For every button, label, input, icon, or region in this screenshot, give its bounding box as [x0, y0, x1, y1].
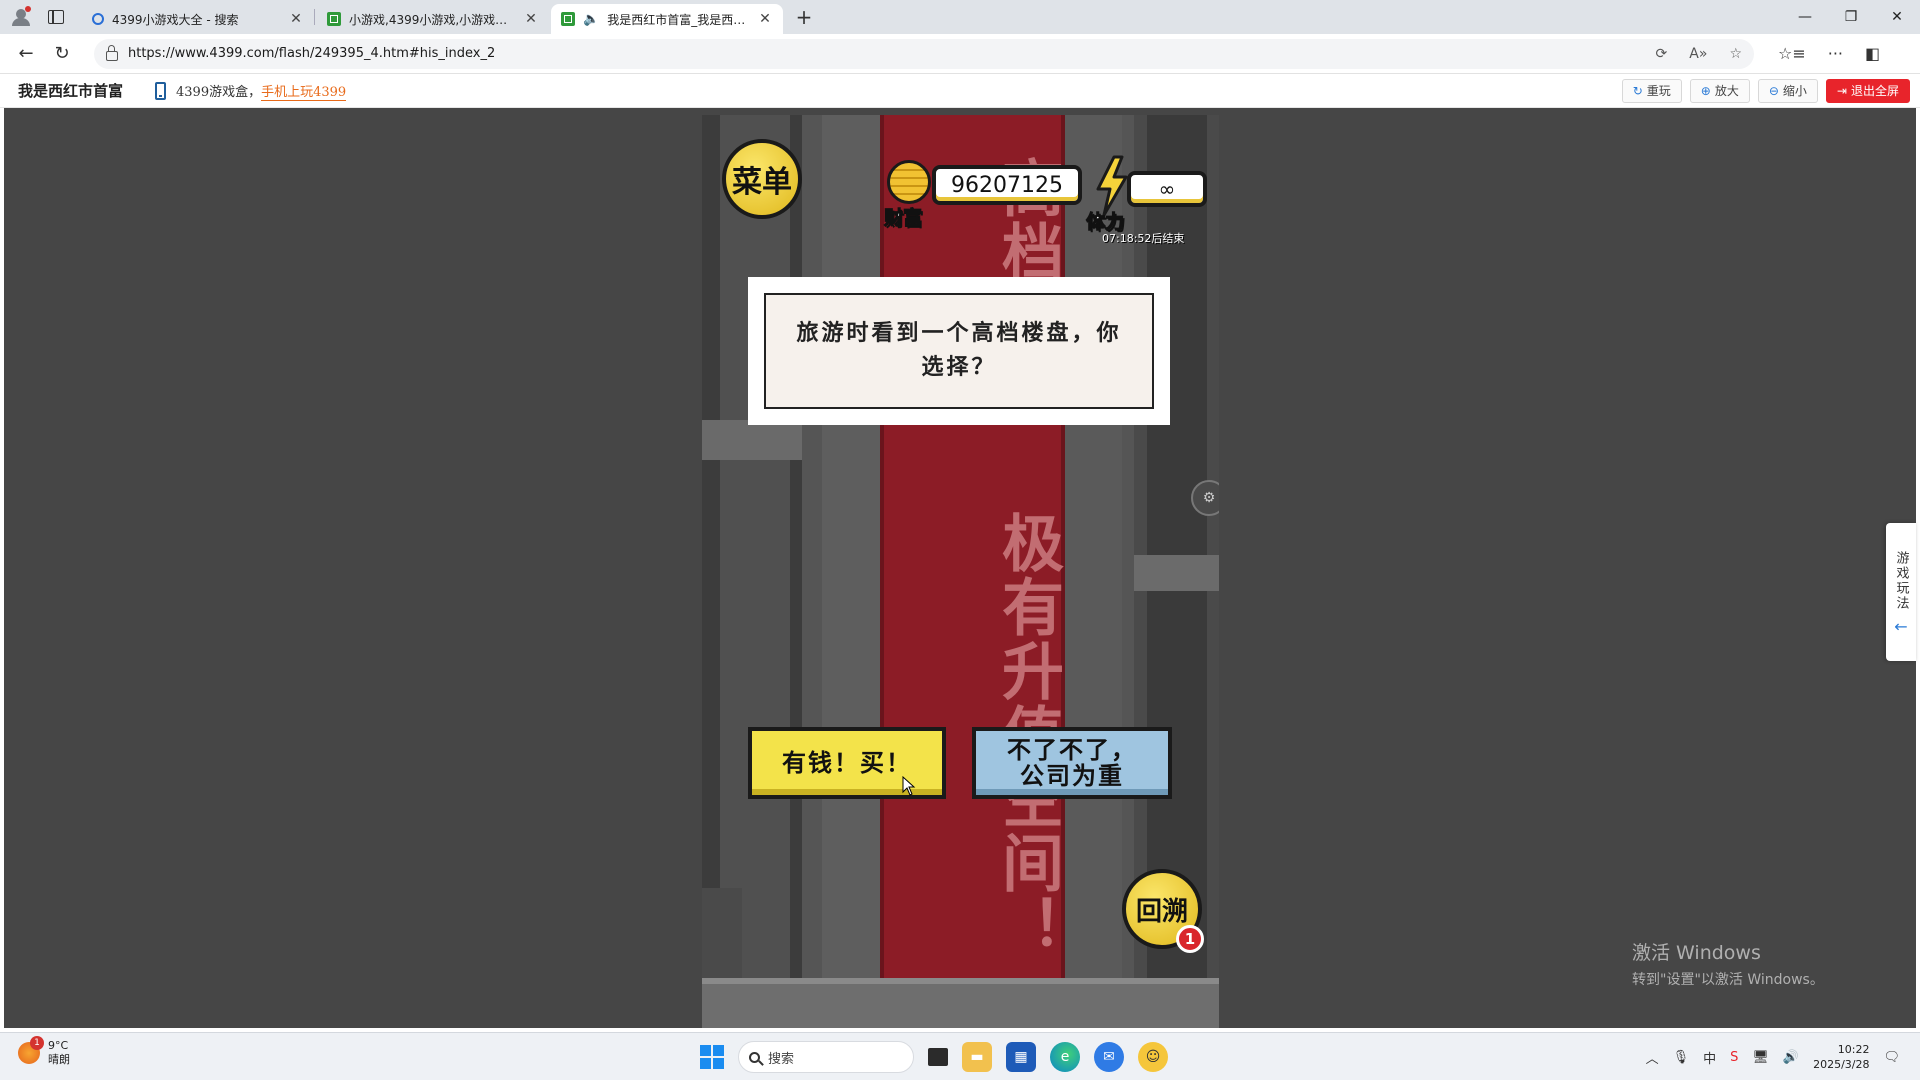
close-window-icon[interactable]: ✕ — [1874, 0, 1920, 34]
zoom-out-button[interactable]: ⊖ 缩小 — [1757, 78, 1818, 103]
weather-temp: 9°C — [48, 1039, 69, 1052]
promo-banner[interactable]: 4399游戏盒，手机上玩4399 — [176, 81, 347, 101]
mouse-cursor-icon — [902, 776, 916, 796]
speaker-icon[interactable]: 🔈 — [583, 12, 599, 27]
game-title: 我是西红市首富 — [18, 82, 124, 100]
url-field[interactable]: https://www.4399.com/flash/249395_4.htm#… — [94, 38, 1754, 69]
close-tab-icon[interactable]: ✕ — [757, 11, 773, 27]
notification-icon[interactable]: 🗨 — [1883, 1050, 1900, 1065]
address-bar: ← ↻ https://www.4399.com/flash/249395_4.… — [0, 34, 1920, 74]
microphone-icon[interactable]: 🎙 — [1673, 1050, 1690, 1065]
wealth-value: 96207125 — [932, 165, 1082, 205]
task-view-icon[interactable] — [928, 1048, 948, 1066]
taskbar-search[interactable]: 搜索 — [738, 1041, 914, 1073]
file-explorer-icon[interactable]: ▬ — [962, 1042, 992, 1072]
energy-timer: 07:18:52后结束 — [1102, 232, 1185, 245]
zoom-in-icon: ⊕ — [1700, 83, 1711, 98]
edge-browser-icon[interactable]: e — [1050, 1042, 1080, 1072]
event-question-text: 旅游时看到一个高档楼盘，你选择？ — [764, 293, 1154, 409]
weather-sun-icon: 1 — [18, 1036, 44, 1064]
restore-icon[interactable]: ❐ — [1828, 0, 1874, 34]
windows-taskbar: 1 9°C 晴朗 搜索 ▬ ▦ e ✉ ☺ ︿ 🎙 中 S 🖥 🔊 10:22 … — [0, 1032, 1920, 1080]
choice-buy-button[interactable]: 有钱！买！ — [748, 727, 946, 799]
search-favicon-icon — [92, 13, 104, 25]
4399-favicon-icon — [327, 12, 341, 26]
search-icon — [749, 1051, 760, 1063]
4399-app-icon[interactable]: ☺ — [1138, 1042, 1168, 1072]
lock-icon[interactable] — [106, 44, 118, 61]
menu-button[interactable]: 菜单 — [722, 139, 802, 219]
back-icon[interactable]: ← — [8, 38, 44, 70]
coin-stack-icon — [887, 160, 931, 204]
exit-icon: ⇥ — [1836, 83, 1847, 98]
game-page-header: 我是西红市首富 4399游戏盒，手机上玩4399 ↻ 重玩 ⊕ 放大 ⊖ 缩小 ⇥ 退出… — [0, 74, 1920, 108]
exit-fullscreen-button[interactable]: ⇥ 退出全屏 — [1825, 78, 1910, 103]
weather-badge: 1 — [30, 1036, 44, 1050]
favorites-icon[interactable]: ☆≡ — [1778, 44, 1806, 63]
side-gear-icon[interactable]: ⚙ — [1191, 480, 1219, 516]
tab-game-active[interactable]: 🔈 我是西红市首富_我是西红市 ✕ — [551, 4, 783, 34]
system-clock[interactable]: 10:22 2025/3/28 — [1813, 1042, 1869, 1072]
messenger-icon[interactable]: ✉ — [1094, 1042, 1124, 1072]
security-app-icon[interactable]: S — [1730, 1050, 1738, 1065]
weather-widget[interactable]: 1 9°C 晴朗 — [18, 1036, 70, 1067]
tab-search[interactable]: 4399小游戏大全 - 搜索 ✕ — [82, 4, 314, 34]
4399-favicon-icon — [561, 12, 575, 26]
red-banner: 高档 极有升值空间！ — [880, 115, 1065, 1028]
replay-icon: ↻ — [1632, 83, 1643, 98]
energy-value: ∞ — [1127, 171, 1207, 207]
more-options-icon[interactable]: ··· — [1828, 44, 1843, 63]
network-icon[interactable]: 🖥 — [1752, 1050, 1769, 1065]
url-text[interactable]: https://www.4399.com/flash/249395_4.htm#… — [128, 46, 1646, 61]
game-canvas[interactable]: 高档 极有升值空间！ 菜单 96207125 财富 ∞ 体力 07:18:52后… — [702, 115, 1219, 1028]
phone-icon[interactable] — [155, 81, 167, 100]
show-hidden-icons-icon[interactable]: ︿ — [1646, 1048, 1659, 1067]
store-icon[interactable]: ▦ — [1006, 1042, 1036, 1072]
sidebar-icon[interactable]: ◧ — [1865, 44, 1880, 63]
zoom-out-icon: ⊖ — [1768, 83, 1779, 98]
windows-activation-watermark: 激活 Windows 转到"设置"以激活 Windows。 — [1632, 942, 1824, 988]
input-method-icon[interactable]: 中 — [1703, 1048, 1716, 1067]
arrow-left-icon: ← — [1894, 617, 1908, 636]
refresh-icon[interactable]: ↻ — [44, 38, 80, 70]
event-question-panel: 旅游时看到一个高档楼盘，你选择？ — [748, 277, 1170, 425]
new-tab-button[interactable]: + — [789, 2, 819, 32]
browser-tab-strip: 4399小游戏大全 - 搜索 ✕ 小游戏,4399小游戏,小游戏大全,双 ✕ 🔈… — [0, 0, 1920, 34]
profile-icon[interactable] — [8, 4, 34, 30]
tab-title: 我是西红市首富_我是西红市 — [607, 12, 749, 27]
translate-icon[interactable]: ⟳ — [1656, 46, 1668, 62]
volume-icon[interactable]: 🔊 — [1783, 1050, 1799, 1065]
choice-skip-button[interactable]: 不了不了， 公司为重 — [972, 727, 1172, 799]
start-icon[interactable] — [700, 1045, 724, 1069]
weather-desc: 晴朗 — [48, 1053, 70, 1066]
wealth-label: 财富 — [883, 207, 923, 230]
tab-title: 小游戏,4399小游戏,小游戏大全,双 — [349, 12, 515, 27]
minimize-icon[interactable]: — — [1782, 0, 1828, 34]
rewind-count-badge: 1 — [1176, 925, 1204, 953]
close-tab-icon[interactable]: ✕ — [288, 11, 304, 27]
tab-actions-icon[interactable] — [48, 10, 64, 24]
game-guide-tab[interactable]: 游戏玩法 ← — [1886, 523, 1916, 661]
replay-button[interactable]: ↻ 重玩 — [1621, 78, 1682, 103]
read-aloud-icon[interactable]: A» — [1689, 46, 1707, 62]
promo-link[interactable]: 手机上玩4399 — [261, 85, 347, 101]
close-tab-icon[interactable]: ✕ — [523, 11, 539, 27]
tab-title: 4399小游戏大全 - 搜索 — [112, 12, 239, 27]
favorite-star-icon[interactable]: ☆ — [1729, 46, 1742, 62]
tab-4399-home[interactable]: 小游戏,4399小游戏,小游戏大全,双 ✕ — [317, 4, 549, 34]
zoom-in-button[interactable]: ⊕ 放大 — [1689, 78, 1750, 103]
